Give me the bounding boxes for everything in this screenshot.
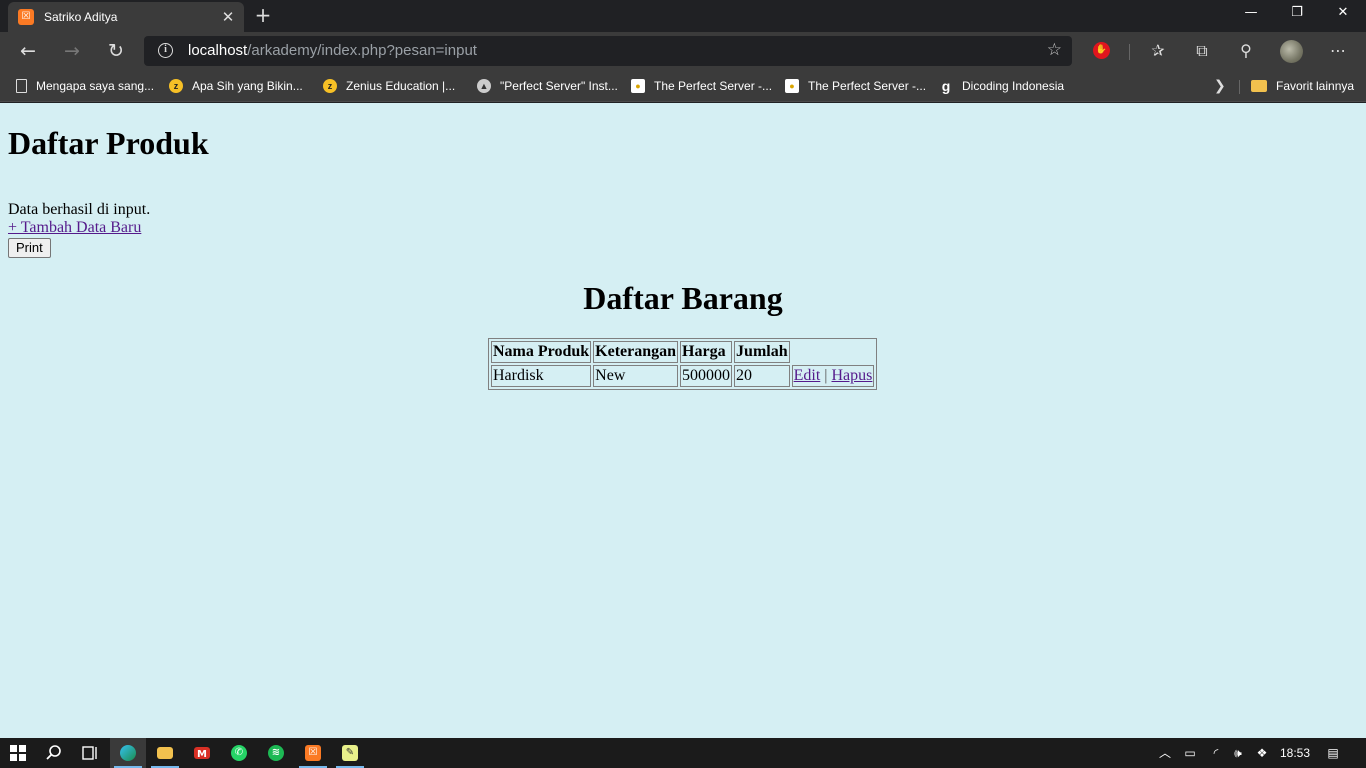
spotify-taskbar-icon[interactable]: ≋ [258,738,294,768]
minimize-icon[interactable]: — [1228,0,1274,30]
edge-taskbar-icon[interactable] [110,738,146,768]
browser-toolbar: ← → ↻ i localhost/arkademy/index.php?pes… [0,32,1366,70]
notepad-icon: ✎ [342,745,358,761]
page-icon [16,79,27,93]
toolbar-divider [1129,44,1130,60]
xampp-icon: ☒ [18,9,34,25]
new-tab-icon[interactable]: + [252,4,274,26]
notifications-icon[interactable]: ▤ [1320,738,1346,768]
windows-start-icon[interactable] [0,738,36,768]
collections-icon[interactable]: ⧉ [1190,40,1214,62]
page-viewport: Daftar Produk Data berhasil di input. + … [0,103,1366,738]
whatsapp-taskbar-icon[interactable]: ✆ [221,738,257,768]
column-header: Nama Produk [491,341,592,363]
file-explorer-taskbar-icon[interactable] [147,738,183,768]
adblock-extension-icon[interactable]: ✋ [1093,42,1110,59]
bookmark-item[interactable]: Mengapa saya sang... [16,75,154,97]
action-separator: | [824,367,828,384]
cell-keterangan: New [593,365,679,387]
delete-link[interactable]: Hapus [832,367,873,384]
url-text[interactable]: localhost/arkademy/index.php?pesan=input [188,42,477,59]
more-menu-icon[interactable]: ⋯ [1326,40,1350,62]
favorite-star-icon[interactable]: ☆ [1047,40,1062,60]
bookmark-item[interactable]: ● The Perfect Server -... [785,75,926,97]
xampp-icon: ☒ [305,745,321,761]
battery-icon[interactable]: ▭ [1180,738,1200,768]
volume-icon[interactable]: 🕪 [1228,738,1248,768]
close-tab-icon[interactable]: ✕ [218,7,238,27]
bookmark-label: "Perfect Server" Inst... [500,79,618,93]
cell-actions: Edit | Hapus [791,365,875,387]
notepad-taskbar-icon[interactable]: ✎ [332,738,368,768]
whatsapp-icon: ✆ [231,745,247,761]
table-row: Hardisk New 500000 20 Edit | Hapus [491,365,875,387]
bookmark-label: Apa Sih yang Bikin... [192,79,303,93]
bookmark-label: The Perfect Server -... [654,79,773,93]
bookmarks-bar: Mengapa saya sang... z Apa Sih yang Biki… [0,70,1366,102]
section-title: Daftar Barang [583,280,783,316]
task-view-icon[interactable] [72,738,108,768]
edit-link[interactable]: Edit [794,367,821,384]
xampp-taskbar-icon[interactable]: ☒ [295,738,331,768]
address-bar[interactable]: i localhost/arkademy/index.php?pesan=inp… [144,36,1072,66]
refresh-icon[interactable]: ↻ [102,38,130,64]
status-message: Data berhasil di input. [8,201,151,218]
bookmark-label: The Perfect Server -... [808,79,927,93]
profile-avatar[interactable] [1280,40,1303,63]
info-icon[interactable]: i [158,43,173,58]
add-new-data-link[interactable]: + Tambah Data Baru [8,219,141,237]
forward-icon[interactable]: → [58,38,86,64]
bookmarks-divider [1239,80,1240,94]
cell-jumlah: 20 [734,365,790,387]
chevron-up-icon[interactable]: ︿ [1156,738,1174,768]
products-table: Nama Produk Keterangan Harga Jumlah Hard… [488,338,878,390]
bulb-icon: ● [631,79,645,93]
bookmark-label: Zenius Education |... [346,79,456,93]
zenius-icon: z [169,79,183,93]
restore-icon[interactable]: ❐ [1274,0,1320,30]
tab-title: Satriko Aditya [44,10,118,24]
close-window-icon[interactable]: ✕ [1320,0,1366,30]
edge-icon [120,745,136,761]
bookmark-item[interactable]: ▲ "Perfect Server" Inst... [477,75,618,97]
gmail-taskbar-icon[interactable]: M [184,738,220,768]
browser-tab[interactable]: ☒ Satriko Aditya ✕ [8,2,244,32]
table-header-row: Nama Produk Keterangan Harga Jumlah [491,341,874,363]
mail-icon: M [194,747,210,760]
bookmark-item[interactable]: ● The Perfect Server -... [631,75,772,97]
feedback-icon[interactable]: ⚲ [1234,40,1258,62]
bookmark-item[interactable]: z Zenius Education |... [323,75,455,97]
spotify-icon: ≋ [268,745,284,761]
bookmark-item[interactable]: g Dicoding Indonesia [939,75,1064,97]
back-icon[interactable]: ← [14,38,42,64]
zenius-icon: z [323,79,337,93]
other-favorites-folder[interactable]: Favorit lainnya [1251,75,1354,97]
compass-icon: ▲ [477,79,491,93]
cell-nama-produk: Hardisk [491,365,592,387]
search-icon[interactable] [36,738,72,768]
favorites-icon[interactable]: ✰ [1146,40,1170,62]
folder-icon [1251,80,1267,92]
column-header: Harga [680,341,733,363]
dicoding-icon: g [941,78,951,94]
dropbox-icon[interactable]: ❖ [1252,738,1272,768]
bookmark-label: Mengapa saya sang... [36,79,155,93]
bookmark-item[interactable]: z Apa Sih yang Bikin... [169,75,303,97]
column-header: Jumlah [734,341,790,363]
chevron-right-icon[interactable]: ❯ [1214,78,1226,94]
column-header: Keterangan [593,341,679,363]
browser-titlebar: ☒ Satriko Aditya ✕ + — ❐ ✕ [0,0,1366,32]
page-title: Daftar Produk [8,125,209,161]
bookmark-label: Dicoding Indonesia [962,79,1065,93]
clock[interactable]: 18:53 [1276,738,1314,768]
wifi-icon[interactable]: ◜ [1206,738,1226,768]
print-button[interactable]: Print [8,238,51,258]
bulb-icon: ● [785,79,799,93]
bookmark-label: Favorit lainnya [1276,79,1355,93]
windows-taskbar: M ✆ ≋ ☒ ✎ ︿ ▭ ◜ 🕪 ❖ 18:53 ▤ [0,738,1366,768]
cell-harga: 500000 [680,365,733,387]
folder-icon [157,747,173,759]
